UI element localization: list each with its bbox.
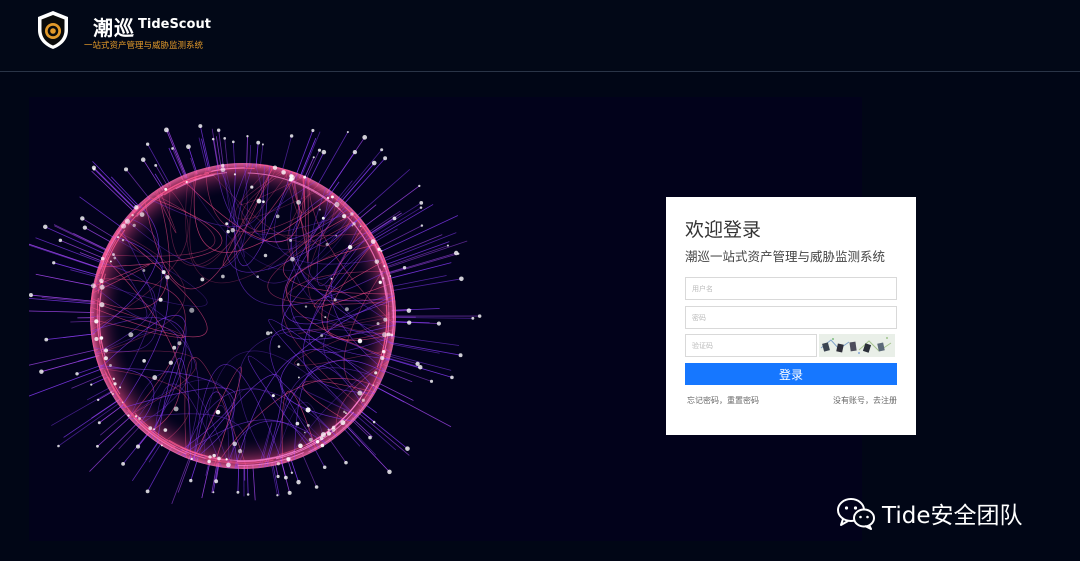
welcome-heading: 欢迎登录	[685, 219, 762, 241]
wechat-watermark: Tide安全团队	[836, 496, 1022, 530]
brand-name-cn: 潮巡	[93, 16, 135, 40]
wechat-icon	[837, 498, 875, 530]
forgot-password-link[interactable]: 忘记密码，重置密码	[687, 395, 759, 406]
system-title: 潮巡一站式资产管理与威胁监测系统	[685, 249, 886, 264]
register-link[interactable]: 没有账号，去注册	[833, 395, 897, 406]
username-input[interactable]	[685, 277, 897, 300]
password-input[interactable]	[685, 306, 897, 329]
captcha-input[interactable]	[685, 334, 817, 357]
captcha-image[interactable]	[819, 334, 895, 357]
app-header: 潮巡 TideScout 一站式资产管理与威胁监测系统	[0, 0, 1080, 72]
brand-tagline: 一站式资产管理与威胁监测系统	[84, 41, 204, 51]
login-card: 欢迎登录 潮巡一站式资产管理与威胁监测系统 登录 忘记密码，重置密码 没有账号，…	[666, 197, 916, 435]
login-button[interactable]: 登录	[685, 363, 897, 385]
brand-name-en: TideScout	[138, 17, 211, 32]
shield-eye-icon	[38, 11, 68, 49]
watermark-text: Tide安全团队	[882, 503, 1023, 529]
